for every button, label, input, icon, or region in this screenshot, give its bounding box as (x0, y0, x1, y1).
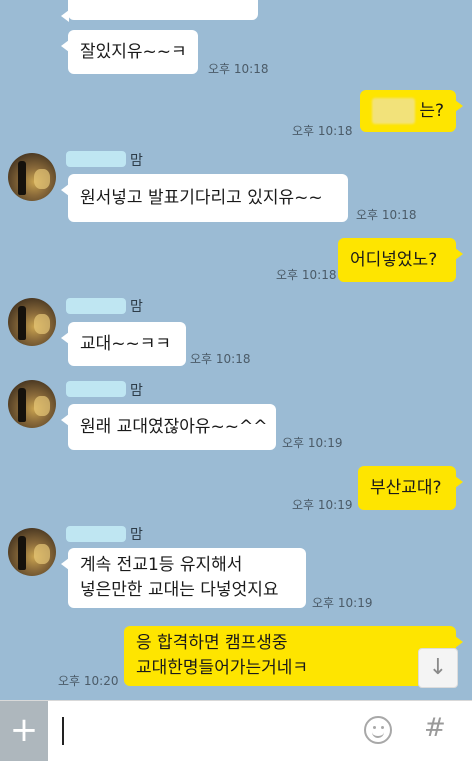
message-bubble-partial (61, 0, 258, 22)
message-bubble-outgoing: 어디넣었노? (338, 238, 463, 282)
message-text: 부산교대? (370, 477, 442, 498)
message-text: 원래 교대였잖아유~~^^ (80, 416, 268, 437)
arrow-down-icon: ↓ (428, 655, 448, 680)
scroll-to-bottom-button[interactable]: ↓ (418, 648, 458, 688)
message-time: 오후 10:20 (58, 674, 119, 688)
message-time: 오후 10:18 (356, 208, 417, 222)
message-text: 잘있지유~~ㅋ (80, 41, 187, 62)
redacted-name (372, 98, 416, 124)
message-text-line: 계속 전교1등 유지해서 (80, 555, 243, 575)
sender-avatar[interactable] (8, 380, 56, 428)
sender-name-suffix: 맘 (130, 527, 143, 543)
message-bubble-outgoing: 부산교대? (358, 466, 463, 510)
attach-button[interactable]: + (0, 701, 48, 761)
message-input-field[interactable] (62, 717, 64, 745)
sender-name-redacted (66, 526, 126, 542)
message-bubble: 원래 교대였잖아유~~^^ (61, 404, 276, 450)
sender-name-suffix: 맘 (130, 153, 143, 169)
message-bubble: 교대~~ㅋㅋ (61, 322, 186, 366)
message-text: 어디넣었노? (350, 249, 438, 270)
message-bubble-outgoing: 는? (360, 90, 463, 132)
message-text: 원서넣고 발표기다리고 있지유~~ (80, 187, 323, 208)
message-input-bar: + # (0, 700, 472, 761)
message-text-line: 넣은만한 교대는 다넣엇지요 (80, 580, 279, 600)
emoji-icon[interactable] (364, 716, 392, 744)
sender-name-suffix: 맘 (130, 299, 143, 315)
sender-avatar[interactable] (8, 528, 56, 576)
message-bubble: 계속 전교1등 유지해서 넣은만한 교대는 다넣엇지요 (61, 548, 306, 608)
message-bubble: 원서넣고 발표기다리고 있지유~~ (61, 174, 348, 222)
message-bubble: 잘있지유~~ㅋ (61, 30, 198, 74)
message-time: 오후 10:19 (282, 436, 343, 450)
message-bubble-outgoing: 응 합격하면 캠프생중 교대한명들어가는거네ㅋ (124, 626, 463, 686)
sender-avatar[interactable] (8, 298, 56, 346)
sender-avatar[interactable] (8, 153, 56, 201)
sender-name-redacted (66, 381, 126, 397)
message-text-line: 교대한명들어가는거네ㅋ (136, 658, 309, 678)
plus-icon: + (9, 710, 39, 750)
sender-name-redacted (66, 151, 126, 167)
hash-icon[interactable]: # (424, 713, 446, 743)
message-time: 오후 10:18 (276, 268, 337, 282)
sender-name-redacted (66, 298, 126, 314)
message-text: 교대~~ㅋㅋ (80, 333, 172, 354)
sender-name-suffix: 맘 (130, 383, 143, 399)
message-time: 오후 10:19 (312, 596, 373, 610)
message-time: 오후 10:18 (208, 62, 269, 76)
message-text: 는? (419, 100, 444, 121)
message-time: 오후 10:19 (292, 498, 353, 512)
message-time: 오후 10:18 (190, 352, 251, 366)
message-text-line: 응 합격하면 캠프생중 (136, 633, 288, 653)
message-time: 오후 10:18 (292, 124, 353, 138)
